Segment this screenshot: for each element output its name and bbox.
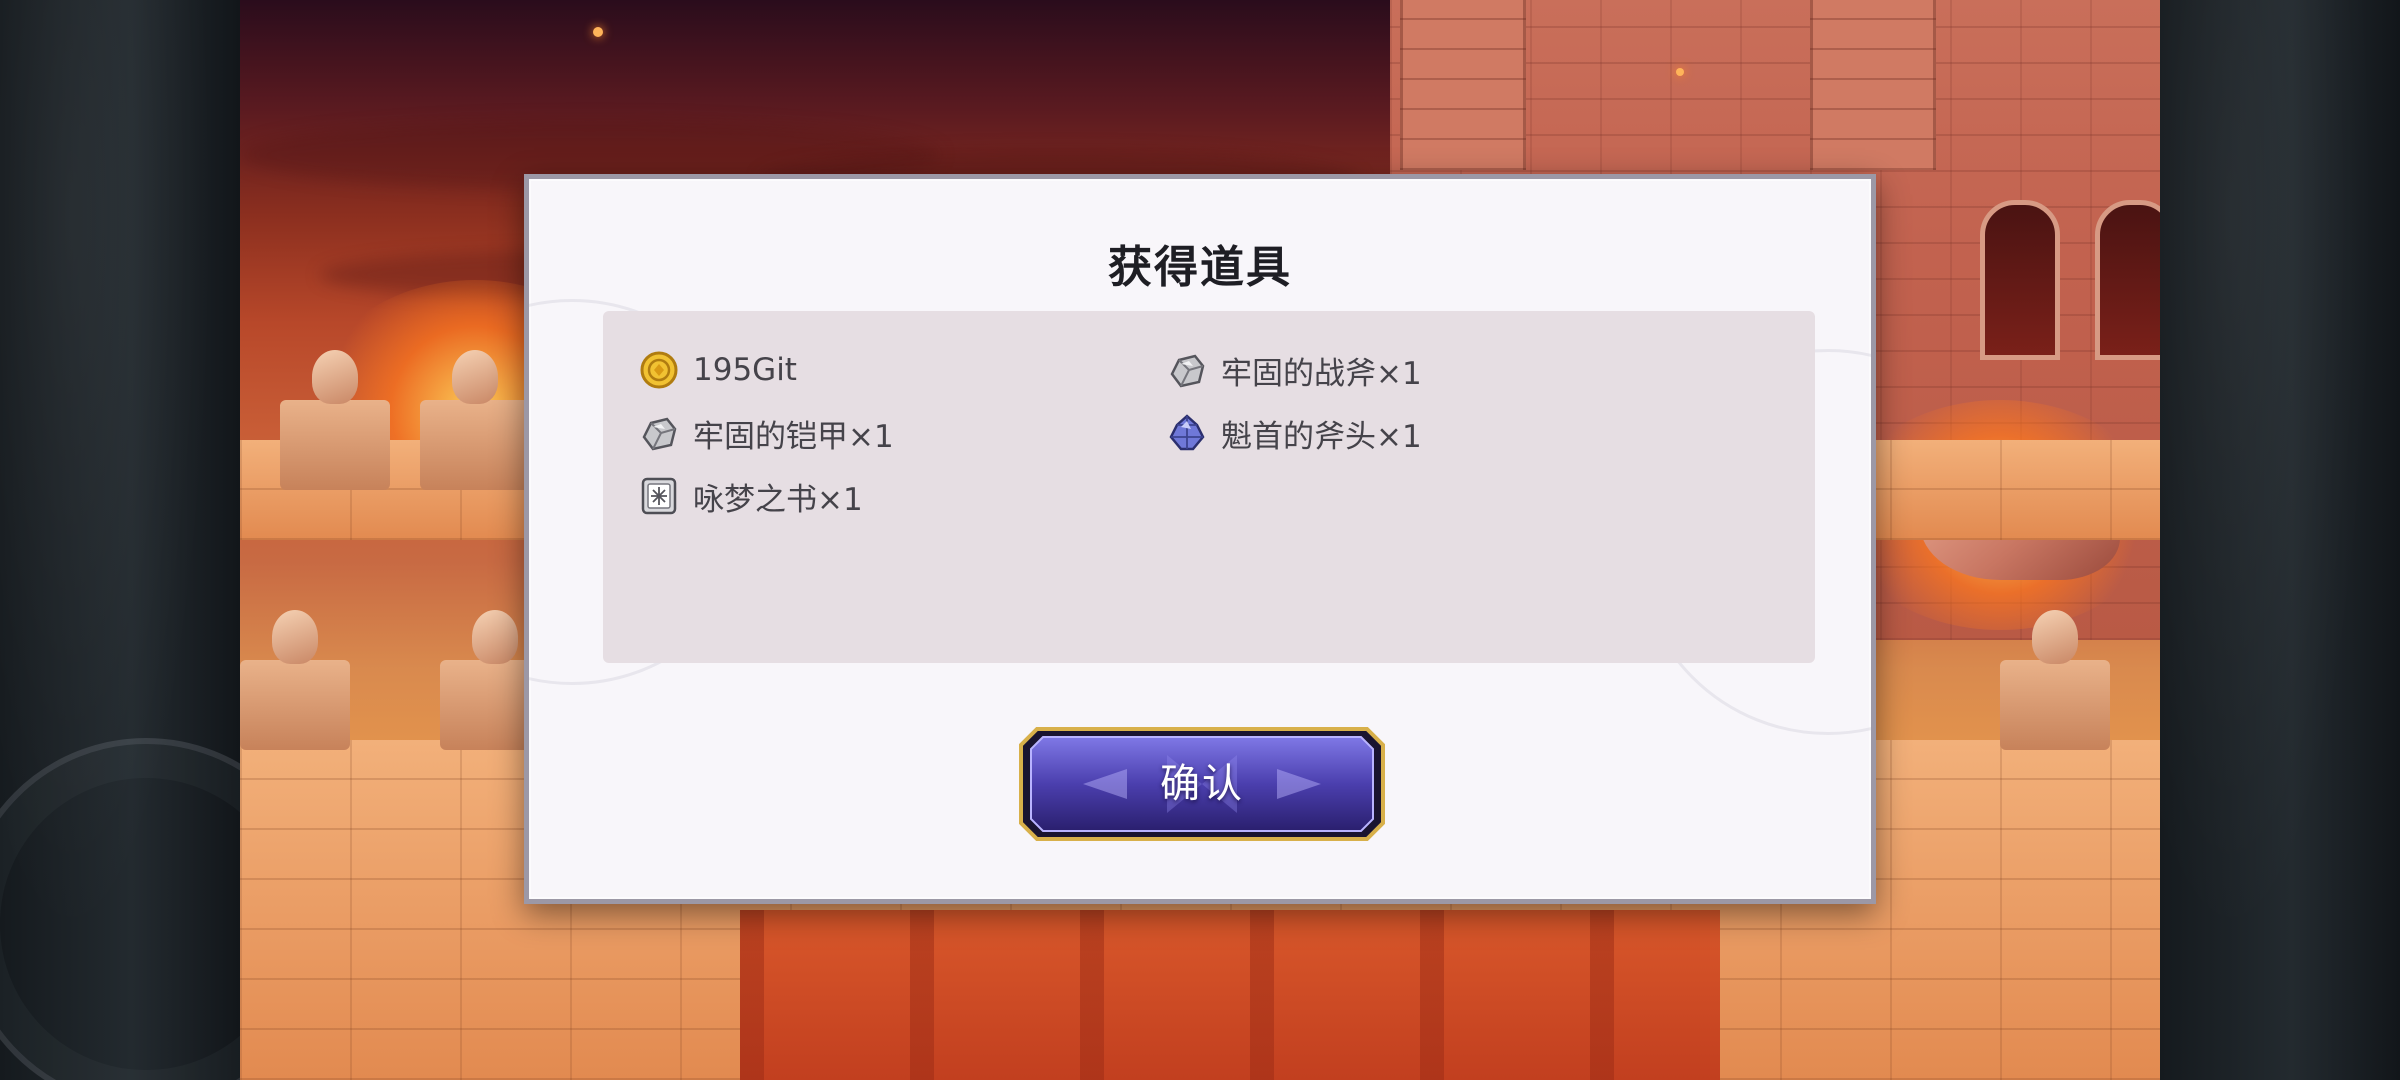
wall-post bbox=[420, 350, 530, 490]
list-item: 魁首的斧头×1 bbox=[1167, 410, 1422, 456]
left-side-panel bbox=[0, 0, 332, 1080]
wall-post bbox=[240, 610, 350, 750]
steel-ore-icon bbox=[642, 417, 677, 451]
list-item: 195Git bbox=[639, 347, 797, 393]
list-item: 咏梦之书×1 bbox=[639, 473, 863, 519]
item-label: 牢固的战斧×1 bbox=[1221, 355, 1422, 392]
castle-tower bbox=[1810, 0, 1936, 170]
right-side-panel bbox=[2160, 0, 2400, 1080]
confirm-button-label: 确认 bbox=[1160, 761, 1244, 807]
castle-window bbox=[2095, 200, 2160, 360]
dialog-title: 获得道具 bbox=[1108, 242, 1292, 293]
wall-post bbox=[2000, 610, 2110, 750]
castle-window bbox=[1980, 200, 2060, 360]
book-icon bbox=[641, 477, 677, 515]
ember bbox=[593, 27, 603, 37]
castle-tower bbox=[1400, 0, 1526, 170]
gold-coin-icon bbox=[640, 351, 678, 389]
item-label: 牢固的铠甲×1 bbox=[693, 418, 894, 455]
wall-post bbox=[280, 350, 390, 490]
steel-ore-icon bbox=[1170, 354, 1205, 388]
item-label: 195Git bbox=[693, 352, 797, 388]
item-label: 魁首的斧头×1 bbox=[1221, 418, 1422, 455]
list-item: 牢固的铠甲×1 bbox=[639, 410, 894, 456]
game-screen: 获得道具 195Git 牢固的战斧×1 牢固的铠甲×1 魁首的斧头×1 咏梦之书… bbox=[0, 0, 2400, 1080]
gate bbox=[740, 910, 1720, 1080]
blue-crystal-icon bbox=[1169, 414, 1205, 451]
item-label: 咏梦之书×1 bbox=[693, 481, 863, 518]
item-list: 195Git 牢固的战斧×1 牢固的铠甲×1 魁首的斧头×1 咏梦之书×1 bbox=[603, 311, 1815, 663]
list-item: 牢固的战斧×1 bbox=[1167, 347, 1422, 393]
reward-dialog: 获得道具 195Git 牢固的战斧×1 牢固的铠甲×1 魁首的斧头×1 咏梦之书… bbox=[524, 174, 1876, 904]
confirm-button[interactable]: 确认 bbox=[1017, 725, 1387, 843]
ember bbox=[1676, 68, 1684, 76]
